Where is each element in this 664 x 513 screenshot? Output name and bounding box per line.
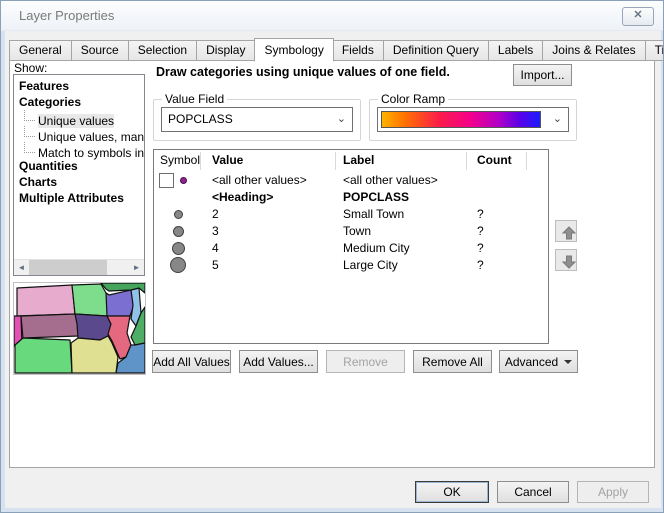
tab-source[interactable]: Source bbox=[72, 40, 129, 61]
arrow-down-icon bbox=[562, 255, 576, 269]
tree-connector-icon bbox=[24, 142, 35, 153]
map-polygon bbox=[71, 336, 118, 373]
column-header-count[interactable]: Count bbox=[477, 153, 512, 167]
tree-item-charts[interactable]: Charts bbox=[14, 174, 144, 190]
arrow-up-icon bbox=[562, 226, 576, 240]
symbology-tab-page: Show: Features Categories Unique values … bbox=[9, 58, 655, 468]
column-header-label[interactable]: Label bbox=[343, 153, 374, 167]
window-title: Layer Properties bbox=[19, 8, 114, 23]
ok-button[interactable]: OK bbox=[415, 481, 489, 503]
table-cell-value[interactable]: 3 bbox=[212, 224, 219, 238]
table-cell-label[interactable]: Small Town bbox=[343, 207, 404, 221]
tree-item-categories[interactable]: Categories bbox=[14, 94, 144, 110]
scroll-right-icon[interactable]: ► bbox=[129, 260, 144, 275]
dot-symbol-medium[interactable] bbox=[173, 226, 184, 237]
table-cell-label[interactable]: Large City bbox=[343, 258, 398, 272]
table-cell-value[interactable]: <Heading> bbox=[212, 190, 273, 204]
tab-time[interactable]: Time bbox=[646, 40, 664, 61]
table-cell-value[interactable]: 2 bbox=[212, 207, 219, 221]
tab-general[interactable]: General bbox=[9, 40, 72, 61]
map-polygon bbox=[15, 338, 72, 373]
value-field-dropdown[interactable]: POPCLASS ⌄ bbox=[161, 107, 353, 132]
advanced-button[interactable]: Advanced bbox=[499, 350, 578, 373]
table-cell-value[interactable]: 4 bbox=[212, 241, 219, 255]
column-header-symbol[interactable]: Symbol bbox=[160, 153, 200, 167]
tree-connector-icon bbox=[24, 126, 35, 137]
table-cell-value[interactable]: 5 bbox=[212, 258, 219, 272]
move-up-button[interactable] bbox=[555, 220, 577, 242]
move-down-button[interactable] bbox=[555, 249, 577, 271]
table-cell-count: ? bbox=[477, 224, 484, 238]
table-cell-label[interactable]: <all other values> bbox=[343, 173, 438, 187]
dot-symbol-xlarge[interactable] bbox=[170, 257, 186, 273]
table-cell-count: ? bbox=[477, 207, 484, 221]
tree-connector-icon bbox=[24, 110, 35, 121]
column-divider bbox=[526, 152, 527, 170]
remove-all-button[interactable]: Remove All bbox=[413, 350, 492, 373]
map-polygon bbox=[21, 314, 79, 338]
color-ramp-dropdown[interactable]: ⌄ bbox=[377, 107, 569, 132]
legend-table: Symbol Value Label Count <all other valu… bbox=[153, 149, 549, 344]
scrollbar-thumb[interactable] bbox=[29, 260, 107, 275]
color-ramp-label: Color Ramp bbox=[378, 92, 448, 106]
remove-button[interactable]: Remove bbox=[326, 350, 405, 373]
chevron-down-icon: ⌄ bbox=[553, 112, 562, 125]
map-polygon bbox=[106, 290, 134, 316]
color-ramp-gradient bbox=[381, 111, 541, 128]
table-cell-count: ? bbox=[477, 241, 484, 255]
table-cell-label[interactable]: POPCLASS bbox=[343, 190, 409, 204]
renderer-description: Draw categories using unique values of o… bbox=[156, 65, 450, 79]
column-divider bbox=[466, 152, 467, 170]
value-field-group: Value Field POPCLASS ⌄ bbox=[153, 99, 361, 141]
layer-preview-map bbox=[13, 282, 146, 375]
cancel-button[interactable]: Cancel bbox=[497, 481, 569, 503]
tree-item-match-symbols[interactable]: Match to symbols in a bbox=[14, 142, 144, 158]
tab-symbology[interactable]: Symbology bbox=[254, 38, 333, 62]
table-cell-count: ? bbox=[477, 258, 484, 272]
chevron-down-icon: ⌄ bbox=[337, 112, 346, 125]
tab-labels[interactable]: Labels bbox=[489, 40, 543, 61]
add-values-button[interactable]: Add Values... bbox=[239, 350, 318, 373]
tab-joins-relates[interactable]: Joins & Relates bbox=[543, 40, 645, 61]
all-other-values-checkbox[interactable] bbox=[159, 173, 174, 188]
tree-item-unique-values[interactable]: Unique values bbox=[14, 110, 144, 126]
all-other-values-symbol[interactable] bbox=[180, 177, 187, 184]
column-divider bbox=[200, 152, 201, 170]
tree-item-features[interactable]: Features bbox=[14, 78, 144, 94]
tree-item-quantities[interactable]: Quantities bbox=[14, 158, 144, 174]
add-all-values-button[interactable]: Add All Values bbox=[152, 350, 231, 373]
tab-fields[interactable]: Fields bbox=[333, 40, 384, 61]
close-icon[interactable]: ✕ bbox=[622, 7, 654, 26]
value-field-label: Value Field bbox=[162, 92, 227, 106]
tree-item-unique-values-many[interactable]: Unique values, many bbox=[14, 126, 144, 142]
tab-display[interactable]: Display bbox=[197, 40, 255, 61]
table-cell-label[interactable]: Medium City bbox=[343, 241, 410, 255]
layer-properties-dialog: Layer Properties ✕ General Source Select… bbox=[0, 0, 664, 513]
dot-symbol-small[interactable] bbox=[174, 210, 183, 219]
scroll-left-icon[interactable]: ◄ bbox=[14, 260, 29, 275]
tab-selection[interactable]: Selection bbox=[129, 40, 197, 61]
renderer-tree: Features Categories Unique values Unique… bbox=[13, 74, 145, 276]
import-button[interactable]: Import... bbox=[513, 64, 572, 86]
map-polygon bbox=[75, 314, 111, 340]
map-polygon bbox=[72, 284, 109, 316]
column-divider bbox=[335, 152, 336, 170]
tree-horizontal-scrollbar[interactable]: ◄ ► bbox=[14, 259, 144, 275]
tree-item-multiple-attributes[interactable]: Multiple Attributes bbox=[14, 190, 144, 206]
dialog-client-area: General Source Selection Display Symbolo… bbox=[5, 31, 661, 508]
column-header-value[interactable]: Value bbox=[212, 153, 243, 167]
dropdown-arrow-icon bbox=[564, 360, 572, 364]
apply-button[interactable]: Apply bbox=[577, 481, 649, 503]
map-polygon bbox=[17, 285, 75, 316]
table-cell-value[interactable]: <all other values> bbox=[212, 173, 307, 187]
tab-definition-query[interactable]: Definition Query bbox=[384, 40, 489, 61]
color-ramp-group: Color Ramp ⌄ bbox=[369, 99, 577, 141]
tab-strip: General Source Selection Display Symbolo… bbox=[9, 38, 664, 61]
table-cell-label[interactable]: Town bbox=[343, 224, 371, 238]
dot-symbol-large[interactable] bbox=[172, 242, 185, 255]
title-bar: Layer Properties ✕ bbox=[1, 1, 663, 31]
show-label: Show: bbox=[14, 61, 47, 75]
